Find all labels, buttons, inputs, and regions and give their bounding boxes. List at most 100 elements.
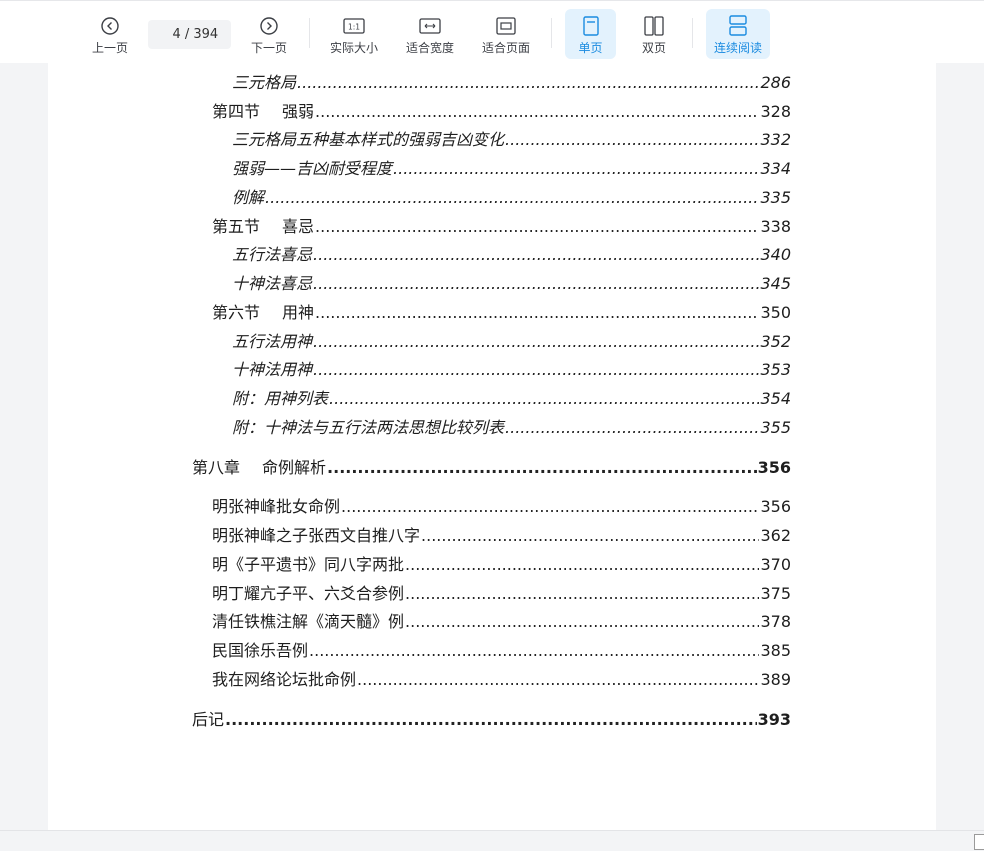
toc-entry-page: 335: [760, 188, 791, 207]
leader-dots: [405, 584, 759, 603]
toc-entry-page: 350: [760, 303, 791, 322]
toc-section[interactable]: 第六节 用神 350: [212, 299, 791, 323]
toc-entry-title: 十神法用神: [232, 360, 313, 379]
current-page-input[interactable]: 4: [161, 27, 181, 42]
toc-chapter-title: 命例解析: [262, 458, 327, 477]
toc-entry[interactable]: 三元格局五种基本样式的强弱吉凶变化 332: [232, 126, 791, 150]
leader-dots: [315, 102, 759, 121]
fit-page-icon: [495, 15, 517, 37]
toc-entry-page: 385: [760, 641, 791, 660]
toc-entry-page: 334: [760, 159, 791, 178]
leader-dots: [341, 497, 759, 516]
toc-section-title: 用神: [282, 303, 315, 322]
toc-chapter-title: 后记: [192, 710, 225, 729]
leader-dots: [329, 389, 759, 408]
prev-page-button[interactable]: 上一页: [86, 9, 134, 59]
continuous-reading-icon: [728, 15, 748, 37]
leader-dots: [315, 217, 759, 236]
prev-page-label: 上一页: [91, 41, 128, 55]
toc-entry-page: 286: [760, 73, 791, 92]
toc-entry-title: 五行法用神: [232, 332, 313, 351]
toc-entry[interactable]: 明张神峰之子张西文自推八字 362: [212, 522, 791, 546]
single-page-button[interactable]: 单页: [565, 9, 616, 59]
toc-entry-title: 十神法喜忌: [232, 274, 313, 293]
leader-dots: [393, 159, 759, 178]
fit-width-button[interactable]: 适合宽度: [400, 9, 460, 59]
leader-dots: [357, 670, 759, 689]
toc-entry-title: 附：用神列表: [232, 389, 329, 408]
leader-dots: [405, 612, 759, 631]
toc-entry[interactable]: 附：十神法与五行法两法思想比较列表 355: [232, 414, 791, 438]
toc-entry-page: 352: [760, 332, 791, 351]
fit-width-icon: [419, 15, 441, 37]
toc-entry-page: 345: [760, 274, 791, 293]
toc-section-title: 喜忌: [282, 217, 315, 236]
leader-dots: [313, 245, 759, 264]
leader-dots: [405, 555, 759, 574]
toc-entry-page: 370: [760, 555, 791, 574]
toc-chapter[interactable]: 后记 393: [192, 706, 791, 730]
toc-entry-title: 清任铁樵注解《滴天髓》例: [212, 612, 405, 631]
toc-entry[interactable]: 附：用神列表 354: [232, 385, 791, 409]
toc-entry[interactable]: 五行法用神 352: [232, 328, 791, 352]
toc-entry-page: 355: [760, 418, 791, 437]
leader-dots: [313, 332, 759, 351]
continuous-reading-button[interactable]: 连续阅读: [706, 9, 770, 59]
double-page-button[interactable]: 双页: [630, 9, 678, 59]
toc-entry[interactable]: 明丁耀亢子平、六爻合参例 375: [212, 580, 791, 604]
toc-entry[interactable]: 明张神峰批女命例 356: [212, 493, 791, 517]
toc-entry-title: 强弱——吉凶耐受程度: [232, 159, 393, 178]
toc-entry-page: 356: [760, 497, 791, 516]
toc-entry[interactable]: 清任铁樵注解《滴天髓》例 378: [212, 608, 791, 632]
toc-entry-page: 378: [760, 612, 791, 631]
toc-entry-page: 393: [757, 710, 791, 729]
viewer-toolbar: 上一页 4 / 394 下一页 1:1 实际大小 适合宽度 适合页面 单页 双页…: [0, 0, 984, 63]
toc-entry[interactable]: 十神法喜忌 345: [232, 270, 791, 294]
toc-entry-title: 明张神峰之子张西文自推八字: [212, 526, 421, 545]
toc-entry-page: 338: [760, 217, 791, 236]
toc-entry-title: 三元格局五种基本样式的强弱吉凶变化: [232, 130, 505, 149]
toolbar-divider: [692, 18, 693, 48]
fit-page-button[interactable]: 适合页面: [476, 9, 536, 59]
chevron-right-icon: [259, 15, 279, 37]
toc-entry[interactable]: 我在网络论坛批命例 389: [212, 666, 791, 690]
toc-chapter-number: 第八章: [192, 458, 241, 477]
toc-entry-page: 340: [760, 245, 791, 264]
leader-dots: [315, 303, 759, 322]
toc-section-number: 第四节: [212, 102, 261, 121]
toc-chapter[interactable]: 第八章 命例解析 356: [192, 454, 791, 478]
toc-entry-title: 明《子平遗书》同八字两批: [212, 555, 405, 574]
svg-text:1:1: 1:1: [348, 23, 360, 32]
single-page-icon: [582, 15, 600, 37]
leader-dots: [265, 188, 759, 207]
fit-width-label: 适合宽度: [405, 41, 454, 55]
toc-entry[interactable]: 五行法喜忌 340: [232, 241, 791, 265]
toc-entry-title: 明丁耀亢子平、六爻合参例: [212, 584, 405, 603]
resize-handle[interactable]: [974, 834, 984, 850]
leader-dots: [505, 418, 759, 437]
toc-entry-page: 332: [760, 130, 791, 149]
toc-entry[interactable]: 民国徐乐吾例 385: [212, 637, 791, 661]
toc-entry-title: 三元格局: [232, 73, 297, 92]
leader-dots: [327, 458, 757, 477]
toc-entry[interactable]: 例解 335: [232, 184, 791, 208]
toc-section[interactable]: 第四节 强弱 328: [212, 98, 791, 122]
toc-entry-title: 民国徐乐吾例: [212, 641, 309, 660]
leader-dots: [505, 130, 759, 149]
toc-entry[interactable]: 明《子平遗书》同八字两批 370: [212, 551, 791, 575]
toc-entry-page: 354: [760, 389, 791, 408]
leader-dots: [313, 274, 759, 293]
toc-section-number: 第六节: [212, 303, 261, 322]
toc-entry-page: 375: [760, 584, 791, 603]
toc-entry[interactable]: 十神法用神 353: [232, 356, 791, 380]
leader-dots: [421, 526, 759, 545]
next-page-button[interactable]: 下一页: [245, 9, 293, 59]
actual-size-icon: 1:1: [343, 15, 365, 37]
toc-entry[interactable]: 强弱——吉凶耐受程度 334: [232, 155, 791, 179]
actual-size-button[interactable]: 1:1 实际大小: [324, 9, 384, 59]
toc-entry[interactable]: 三元格局 286: [232, 69, 791, 93]
page-indicator[interactable]: 4 / 394: [148, 20, 231, 49]
toc-section[interactable]: 第五节 喜忌 338: [212, 213, 791, 237]
leader-dots: [297, 73, 759, 92]
toc-entry-page: 353: [760, 360, 791, 379]
